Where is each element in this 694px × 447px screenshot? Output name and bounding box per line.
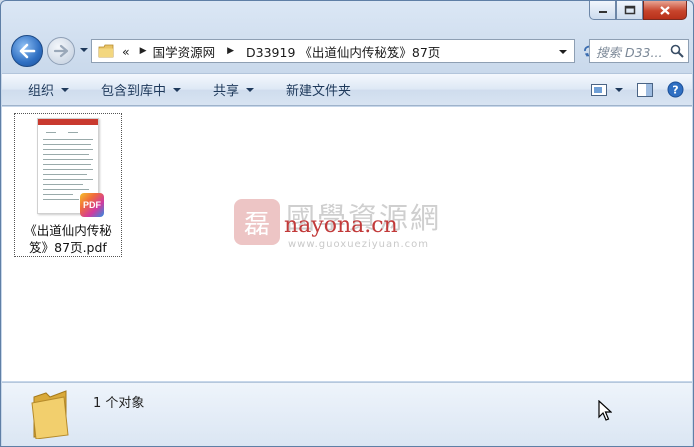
folder-icon (31, 390, 69, 439)
watermark-url: nayona.cn (284, 213, 398, 238)
address-dropdown-icon[interactable] (558, 48, 568, 56)
chevron-down-icon (61, 87, 70, 92)
preview-pane-icon[interactable] (637, 82, 653, 97)
maximize-icon (624, 5, 635, 15)
caption-buttons (589, 1, 687, 20)
breadcrumb-item-current[interactable]: D33919 《出道仙内传秘笈》87页 (246, 42, 440, 61)
breadcrumb-overflow[interactable]: « (122, 44, 130, 59)
back-button[interactable] (11, 35, 43, 67)
organize-label: 组织 (28, 84, 55, 99)
folder-icon (98, 44, 114, 58)
command-bar: 组织 包含到库中 共享 新建文件夹 ? (2, 73, 692, 106)
file-name-line1: 《出道仙内传秘 (24, 223, 112, 238)
close-button[interactable] (643, 1, 687, 20)
breadcrumb-item-root[interactable]: 国学资源网 (153, 42, 216, 61)
watermark-site-name: 國學資源網 (286, 201, 442, 235)
include-library-label: 包含到库中 (101, 84, 167, 99)
details-pane: 1 个对象 (2, 382, 692, 446)
breadcrumb-separator-icon[interactable]: ▶ (140, 46, 147, 56)
file-name[interactable]: 《出道仙内传秘 笈》87页.pdf (16, 222, 120, 256)
file-list[interactable]: PDF 《出道仙内传秘 笈》87页.pdf 磊 國學資源網 nayona.cn … (2, 107, 692, 381)
chevron-down-icon (615, 87, 623, 92)
file-name-line2: 笈》87页.pdf (29, 240, 107, 255)
new-folder-button[interactable]: 新建文件夹 (266, 74, 363, 105)
recent-pages-dropdown-icon[interactable] (79, 46, 89, 54)
chevron-down-icon (173, 87, 182, 92)
arrow-left-icon (19, 43, 36, 59)
view-icon (591, 83, 607, 96)
watermark-seal-logo: 磊 (234, 199, 280, 245)
minimize-icon (598, 11, 607, 13)
item-count: 1 个对象 (93, 396, 145, 411)
explorer-window: « ▶ 国学资源网 ▶ D33919 《出道仙内传秘笈》87页 搜索 D33..… (0, 0, 694, 447)
help-icon[interactable]: ? (667, 81, 684, 98)
new-folder-label: 新建文件夹 (286, 84, 352, 99)
forward-button[interactable] (47, 37, 75, 65)
address-bar[interactable]: « ▶ 国学资源网 ▶ D33919 《出道仙内传秘笈》87页 (91, 39, 575, 63)
chevron-down-icon (246, 87, 255, 92)
navigation-bar: « ▶ 国学资源网 ▶ D33919 《出道仙内传秘笈》87页 搜索 D33..… (7, 31, 689, 69)
watermark: 磊 國學資源網 nayona.cn www.guoxueziyuan.com (234, 199, 474, 259)
watermark-url-secondary: www.guoxueziyuan.com (288, 239, 429, 250)
file-item[interactable]: PDF 《出道仙内传秘 笈》87页.pdf (14, 113, 122, 257)
pdf-thumbnail: PDF (37, 118, 104, 217)
arrow-right-icon (53, 44, 69, 58)
share-label: 共享 (213, 84, 240, 99)
include-in-library-menu[interactable]: 包含到库中 (81, 74, 193, 105)
search-input[interactable]: 搜索 D33... (596, 42, 666, 61)
search-box[interactable]: 搜索 D33... (589, 39, 689, 63)
pdf-icon: PDF (80, 193, 104, 217)
mouse-cursor-icon (598, 400, 612, 421)
search-icon[interactable] (670, 44, 684, 58)
minimize-button[interactable] (589, 1, 616, 20)
toolbar-right: ? (591, 74, 684, 105)
organize-menu[interactable]: 组织 (2, 74, 81, 105)
maximize-button[interactable] (616, 1, 643, 20)
share-menu[interactable]: 共享 (193, 74, 266, 105)
svg-text:?: ? (672, 84, 678, 97)
breadcrumb-separator-icon[interactable]: ▶ (227, 46, 234, 56)
close-icon (660, 5, 670, 15)
breadcrumb: « ▶ 国学资源网 ▶ D33919 《出道仙内传秘笈》87页 (122, 40, 440, 62)
change-view-button[interactable] (591, 83, 623, 96)
